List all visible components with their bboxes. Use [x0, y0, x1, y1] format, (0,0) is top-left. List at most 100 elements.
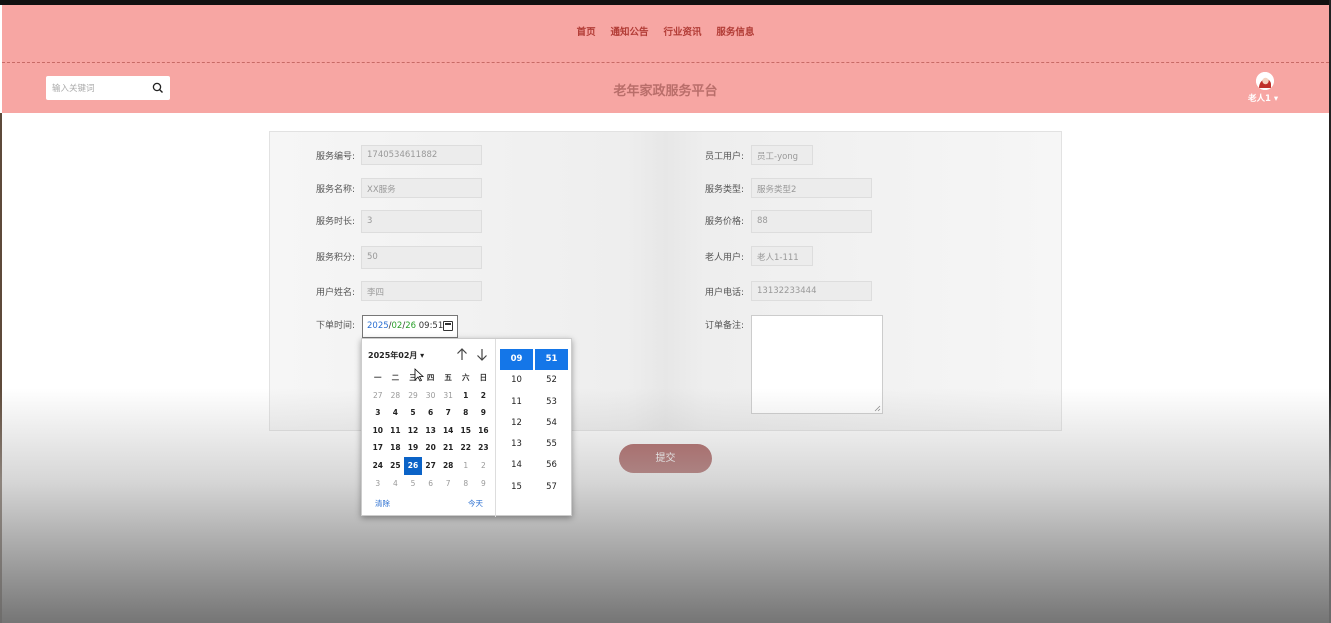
day-cell-selected[interactable]: 26	[404, 456, 422, 475]
hour-option[interactable]: 15	[500, 477, 533, 498]
user-phone-field[interactable]: 13132233444	[751, 281, 872, 301]
minute-option[interactable]: 56	[535, 455, 568, 476]
service-price-field[interactable]: 88	[751, 210, 872, 233]
label-user-name: 用户姓名:	[315, 288, 355, 298]
day-cell[interactable]: 5	[404, 404, 422, 422]
day-cell[interactable]: 6	[422, 475, 440, 493]
service-points-field[interactable]: 50	[361, 246, 482, 269]
day-cell[interactable]: 27	[369, 387, 387, 405]
submit-button[interactable]: 提交	[619, 444, 712, 473]
minute-column[interactable]: 51 52 53 54 55 56 57	[535, 349, 568, 498]
day-cell[interactable]: 2	[475, 387, 493, 405]
arrow-down-icon[interactable]	[476, 348, 488, 361]
clear-button[interactable]: 清除	[375, 498, 390, 509]
day-cell[interactable]: 17	[369, 439, 387, 457]
day-cell[interactable]: 1	[457, 387, 475, 405]
order-time-input[interactable]: 2025/02/26 09:51	[362, 315, 458, 338]
day-cell[interactable]: 18	[387, 439, 405, 457]
today-button[interactable]: 今天	[468, 498, 483, 509]
user-name-field[interactable]: 李四	[361, 281, 482, 301]
month-selector[interactable]: 2025年02月 ▾	[368, 350, 424, 361]
service-duration-field[interactable]: 3	[361, 210, 482, 233]
day-cell[interactable]: 31	[439, 387, 457, 405]
hour-option-selected[interactable]: 09	[500, 349, 533, 371]
order-remark-textarea[interactable]	[751, 315, 883, 414]
day-cell[interactable]: 12	[404, 422, 422, 440]
service-name-field[interactable]: XX服务	[361, 178, 482, 198]
hour-option[interactable]: 10	[500, 370, 533, 391]
calendar-panel: 2025年02月 ▾ 一 二 三 四 五 六 日 27 28 29 30 31 …	[362, 339, 496, 517]
day-cell[interactable]: 6	[422, 404, 440, 422]
day-cell[interactable]: 24	[369, 457, 387, 475]
day-cell[interactable]: 19	[404, 439, 422, 457]
minute-option-selected[interactable]: 51	[535, 349, 568, 371]
day-cell[interactable]: 7	[439, 404, 457, 422]
day-cell[interactable]: 30	[422, 387, 440, 405]
day-cell[interactable]: 2	[475, 457, 493, 475]
day-cell[interactable]: 3	[369, 475, 387, 493]
service-id-field[interactable]: 1740534611882	[361, 145, 482, 165]
minute-option[interactable]: 53	[535, 392, 568, 413]
avatar-icon	[1256, 72, 1274, 90]
avatar[interactable]	[1256, 72, 1274, 90]
day-cell[interactable]: 1	[457, 457, 475, 475]
minute-option[interactable]: 54	[535, 413, 568, 434]
user-menu[interactable]: 老人1 ▾	[1248, 92, 1278, 104]
calendar-icon[interactable]	[443, 321, 453, 331]
day-cell[interactable]: 4	[387, 404, 405, 422]
service-type-field[interactable]: 服务类型2	[751, 178, 872, 198]
minute-option[interactable]: 52	[535, 370, 568, 391]
day-cell[interactable]: 29	[404, 387, 422, 405]
weekday-label: 五	[444, 373, 452, 382]
datetime-picker: 2025年02月 ▾ 一 二 三 四 五 六 日 27 28 29 30 31 …	[361, 338, 572, 517]
staff-user-field[interactable]: 员工-yong	[751, 145, 813, 165]
day-cell[interactable]: 11	[387, 422, 405, 440]
day-cell[interactable]: 14	[439, 422, 457, 440]
day-cell[interactable]: 23	[475, 439, 493, 457]
order-time-month[interactable]: 02	[392, 321, 403, 331]
day-cell[interactable]: 25	[387, 457, 405, 475]
order-time-day[interactable]: 26	[405, 321, 416, 331]
day-cell[interactable]: 7	[439, 475, 457, 493]
day-cell[interactable]: 15	[457, 422, 475, 440]
elder-user-field[interactable]: 老人1-111	[751, 246, 813, 266]
day-cell[interactable]: 4	[387, 475, 405, 493]
hour-option[interactable]: 13	[500, 434, 533, 455]
hour-option[interactable]: 11	[500, 392, 533, 413]
day-cell[interactable]: 16	[475, 422, 493, 440]
day-cell[interactable]: 28	[439, 457, 457, 475]
minute-option[interactable]: 55	[535, 434, 568, 455]
day-cell[interactable]: 28	[387, 387, 405, 405]
minute-option[interactable]: 57	[535, 477, 568, 498]
day-cell[interactable]: 3	[369, 404, 387, 422]
day-cell[interactable]: 21	[439, 439, 457, 457]
day-cell[interactable]: 20	[422, 439, 440, 457]
hour-option[interactable]: 14	[500, 455, 533, 476]
day-cell[interactable]: 22	[457, 439, 475, 457]
order-time-clock[interactable]: 09:51	[419, 321, 444, 331]
label-service-points: 服务积分:	[315, 253, 355, 263]
day-cell[interactable]: 10	[369, 422, 387, 440]
label-service-price: 服务价格:	[704, 217, 744, 227]
hour-option[interactable]: 12	[500, 413, 533, 434]
day-cell[interactable]: 9	[475, 404, 493, 422]
label-staff-user: 员工用户:	[704, 152, 744, 162]
day-cell[interactable]: 8	[457, 475, 475, 493]
nav-service-info[interactable]: 服务信息	[716, 27, 754, 38]
day-cell[interactable]: 27	[422, 457, 440, 475]
label-service-duration: 服务时长:	[315, 217, 355, 227]
nav-notices[interactable]: 通知公告	[611, 27, 649, 38]
day-cell[interactable]: 13	[422, 422, 440, 440]
hour-column[interactable]: 09 10 11 12 13 14 15	[500, 349, 533, 498]
resize-handle-icon[interactable]	[874, 405, 881, 412]
day-cell[interactable]: 9	[475, 475, 493, 493]
order-time-year[interactable]: 2025	[367, 321, 389, 331]
day-cell[interactable]: 5	[404, 475, 422, 493]
day-grid: 一 二 三 四 五 六 日 27 28 29 30 31 1 2 3 4 5 6…	[369, 369, 492, 492]
day-cell[interactable]: 8	[457, 404, 475, 422]
nav-home[interactable]: 首页	[577, 27, 596, 38]
week-row: 3 4 5 6 7 8 9	[369, 475, 492, 493]
arrow-up-icon[interactable]	[456, 348, 468, 361]
nav-industry-news[interactable]: 行业资讯	[663, 27, 701, 38]
header-divider	[2, 62, 1329, 63]
